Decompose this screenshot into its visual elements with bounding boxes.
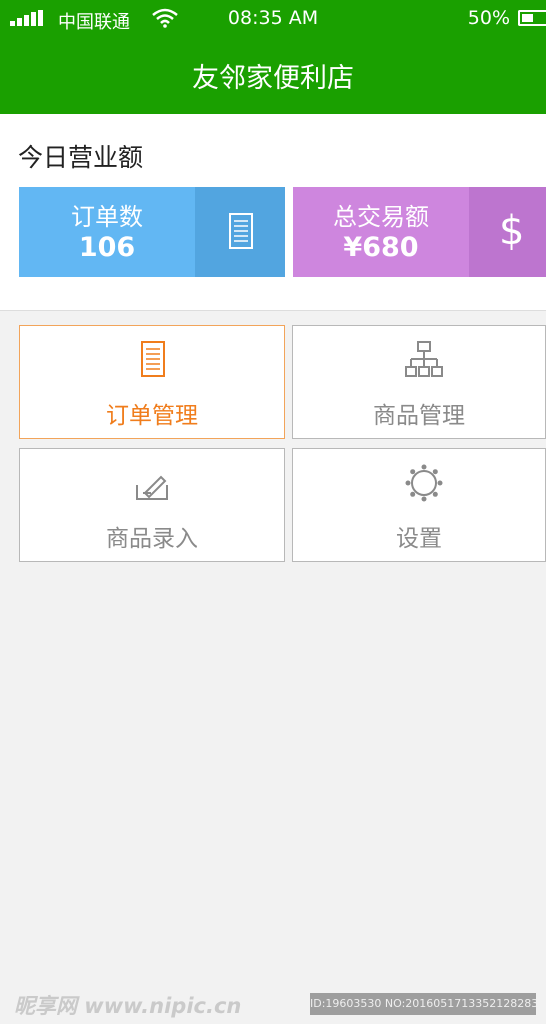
tile-label: 设置	[396, 526, 442, 552]
total-stat-card[interactable]: 总交易额 ¥680 $	[293, 187, 546, 277]
battery-icon	[518, 10, 546, 26]
orders-stat-value: 106	[78, 232, 136, 263]
status-time: 08:35 AM	[227, 7, 319, 29]
orders-stat-label: 订单数	[71, 203, 143, 231]
hierarchy-icon	[405, 341, 443, 377]
total-icon-box: $	[469, 187, 546, 277]
document-icon	[141, 341, 165, 377]
tile-label: 商品管理	[373, 403, 465, 429]
tile-product-management[interactable]: 商品管理	[292, 325, 546, 439]
total-stat-label: 总交易额	[333, 203, 429, 231]
tile-settings[interactable]: 设置	[292, 448, 546, 562]
tile-label: 订单管理	[106, 403, 198, 429]
page-title: 友邻家便利店	[192, 63, 354, 94]
revenue-panel: 今日营业额 订单数 106 总交易额 ¥680 $	[0, 114, 546, 311]
gear-icon	[405, 464, 443, 502]
orders-icon-box	[195, 187, 285, 277]
total-stat-text: 总交易额 ¥680	[293, 187, 469, 277]
total-stat-value: ¥680	[343, 232, 419, 263]
watermark-logo: 昵享网 www.nipic.cn	[14, 994, 242, 1018]
battery-percent: 50%	[467, 7, 510, 29]
app-header: 中国联通 08:35 AM 50% 友邻家便利店	[0, 0, 546, 114]
dollar-icon: $	[499, 208, 525, 254]
tile-product-entry[interactable]: 商品录入	[19, 448, 285, 562]
orders-stat-card[interactable]: 订单数 106	[19, 187, 285, 277]
status-bar: 中国联通 08:35 AM 50%	[0, 0, 546, 38]
document-icon	[229, 213, 253, 249]
orders-stat-text: 订单数 106	[19, 187, 195, 277]
edit-tray-icon	[136, 475, 168, 500]
tile-order-management[interactable]: 订单管理	[19, 325, 285, 439]
watermark-id: ID:19603530 NO:20160517133521282838	[310, 993, 536, 1015]
tile-label: 商品录入	[106, 526, 198, 552]
revenue-title: 今日营业额	[18, 143, 144, 172]
